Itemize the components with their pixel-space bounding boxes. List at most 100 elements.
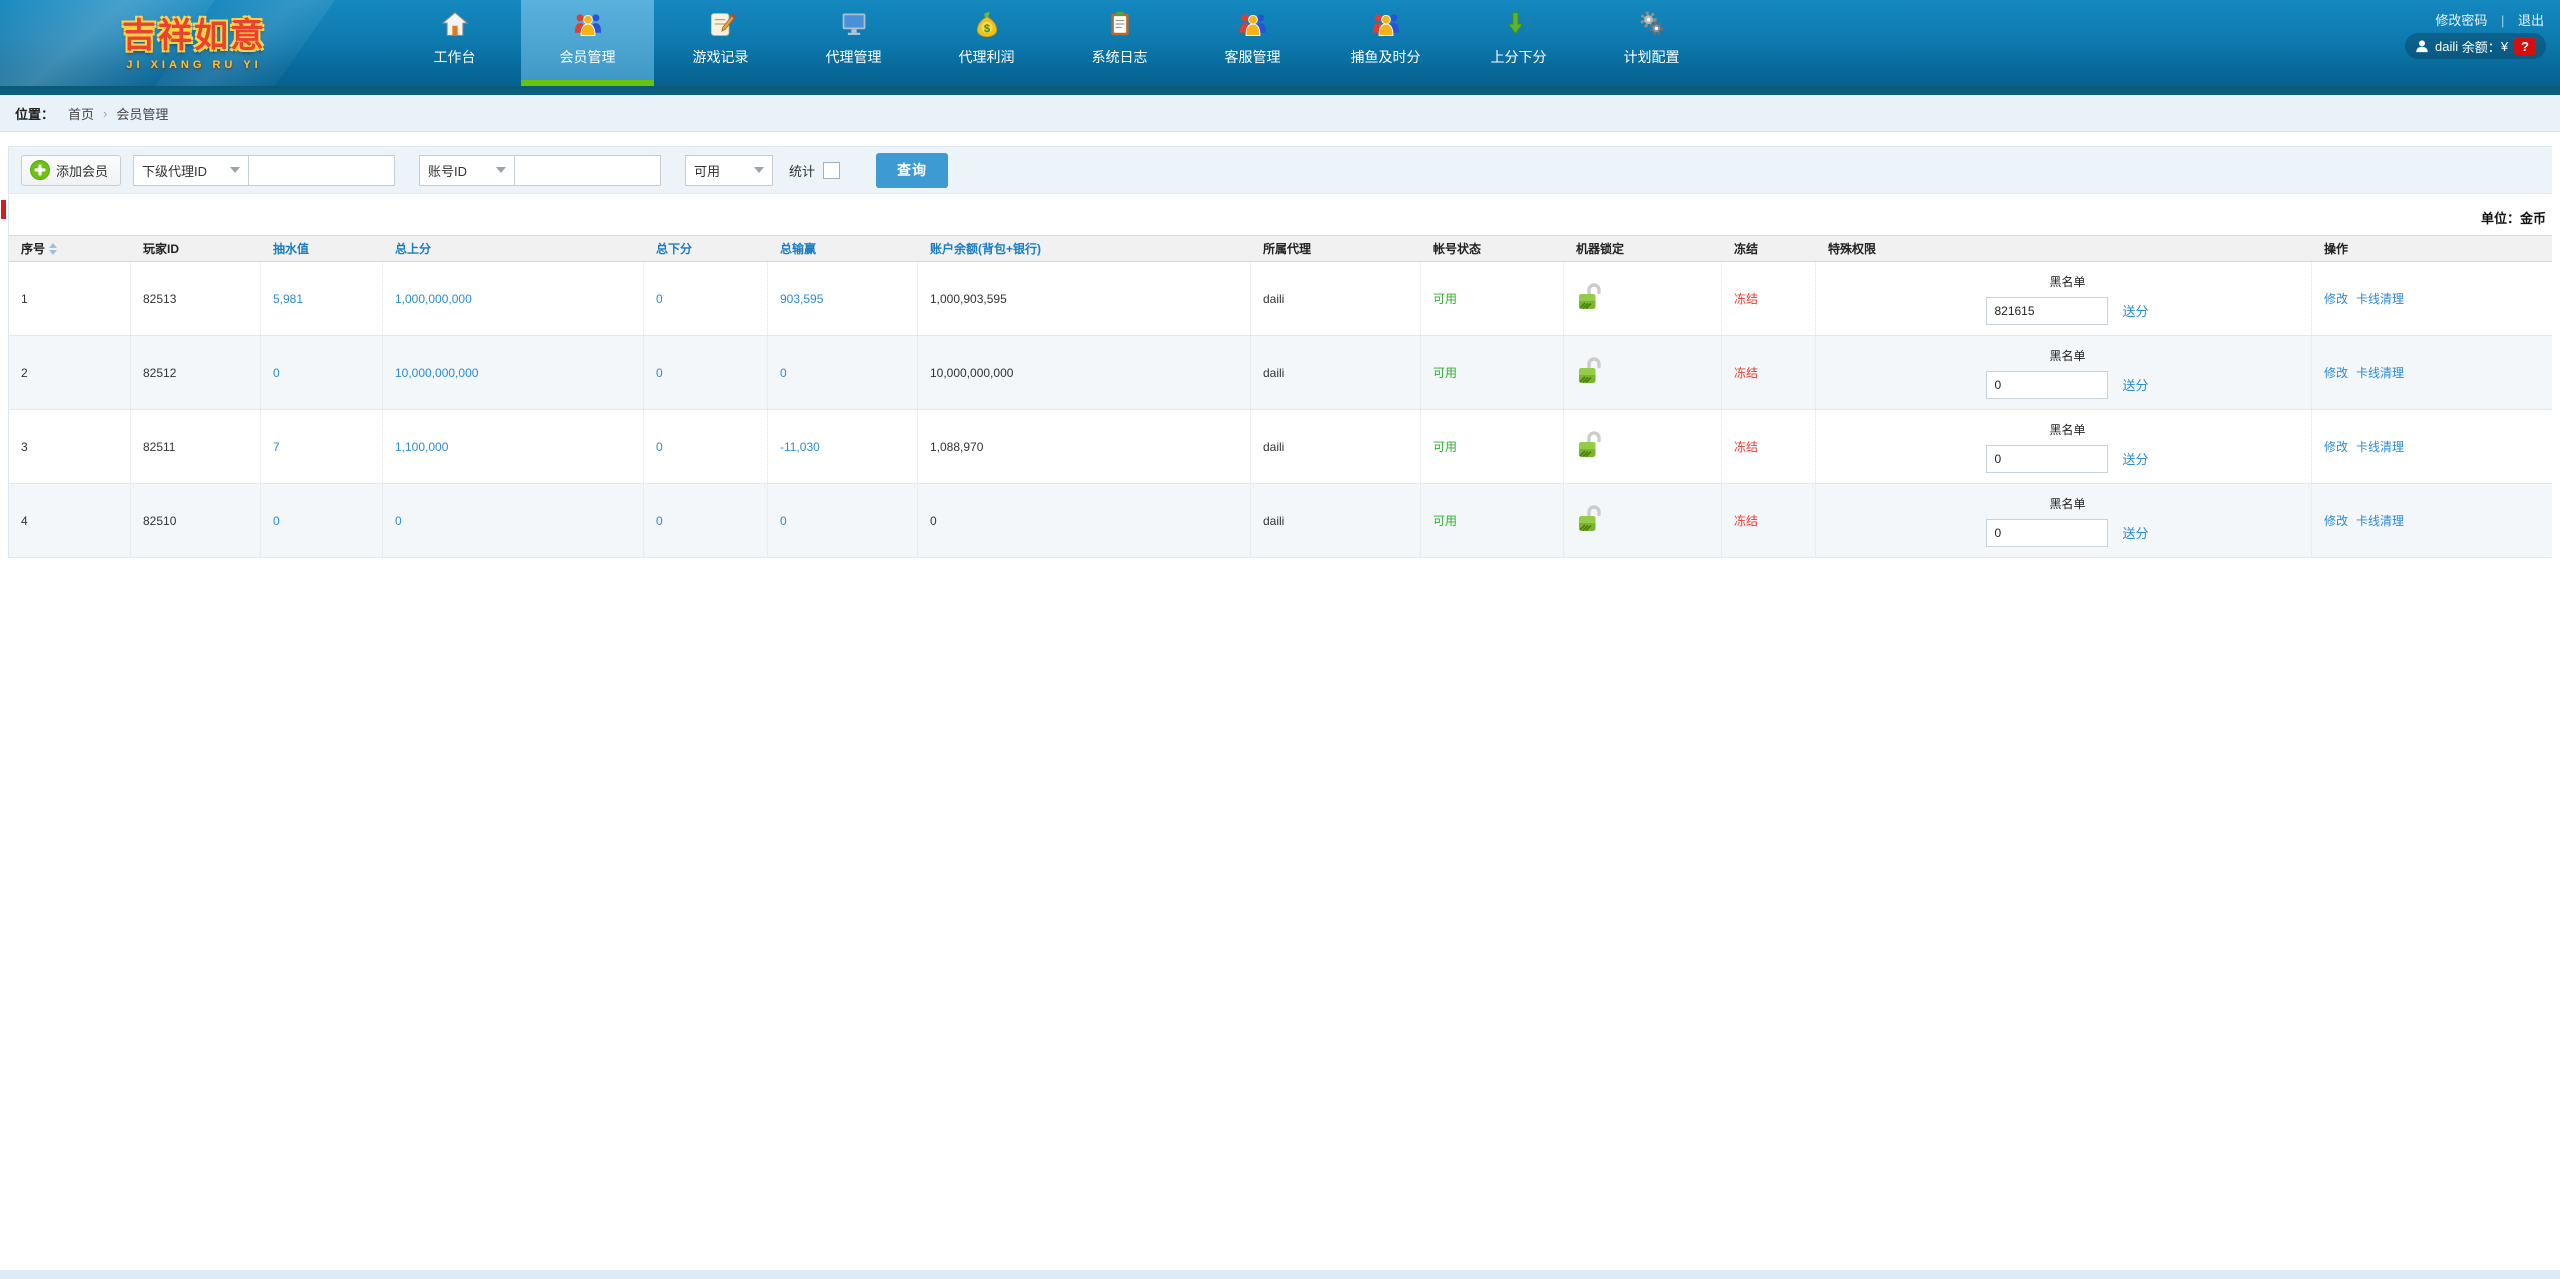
nav-label: 游戏记录 — [692, 49, 749, 65]
status-select[interactable]: 可用 — [685, 154, 774, 186]
row-total-down[interactable]: 0 — [644, 262, 768, 335]
score-input[interactable] — [1986, 370, 2109, 399]
edit-link[interactable]: 修改 — [2324, 364, 2348, 381]
nav-item-agent-management[interactable]: 代理管理 — [787, 0, 920, 86]
row-balance: 0 — [918, 484, 1251, 557]
row-total-down[interactable]: 0 — [644, 410, 768, 483]
blacklist-label: 黑名单 — [2049, 496, 2086, 511]
score-input[interactable] — [1986, 444, 2109, 473]
unlocked-icon[interactable] — [1576, 504, 1603, 537]
account-id-input[interactable] — [515, 154, 662, 186]
row-privileges: 黑名单 送分 — [1816, 336, 2312, 409]
clear-line-link[interactable]: 卡线清理 — [2356, 438, 2404, 455]
row-pump[interactable]: 0 — [261, 484, 383, 557]
user-balance-pill[interactable]: daili 余额： ¥ ? — [2405, 33, 2546, 59]
sort-icon[interactable] — [49, 242, 58, 255]
filter-toolbar: 添加会员 下级代理ID 账号ID 可用 统计 查询 — [9, 146, 2552, 194]
row-total-down[interactable]: 0 — [644, 484, 768, 557]
unlocked-icon[interactable] — [1576, 430, 1603, 463]
row-pump[interactable]: 7 — [261, 410, 383, 483]
row-pump[interactable]: 0 — [261, 336, 383, 409]
agent-id-input[interactable] — [249, 154, 396, 186]
nav-item-customer-service[interactable]: 客服管理 — [1186, 0, 1319, 86]
row-winloss[interactable]: 903,595 — [768, 262, 918, 335]
edit-link[interactable]: 修改 — [2324, 512, 2348, 529]
freeze-link[interactable]: 冻结 — [1734, 364, 1758, 381]
nav-label: 代理利润 — [958, 49, 1015, 65]
nav-label: 客服管理 — [1224, 49, 1281, 65]
freeze-link[interactable]: 冻结 — [1734, 438, 1758, 455]
row-total-up[interactable]: 10,000,000,000 — [383, 336, 644, 409]
left-edge-marker — [1, 200, 6, 219]
row-actions: 修改 卡线清理 — [2312, 410, 2552, 483]
members-icon — [573, 9, 603, 39]
clear-line-link[interactable]: 卡线清理 — [2356, 290, 2404, 307]
col-seq[interactable]: 序号 — [9, 240, 131, 257]
freeze-link[interactable]: 冻结 — [1734, 290, 1758, 307]
nav-bottom-strip — [0, 86, 2560, 95]
row-winloss[interactable]: -11,030 — [768, 410, 918, 483]
clear-line-link[interactable]: 卡线清理 — [2356, 364, 2404, 381]
agent-id-select[interactable]: 下级代理ID — [133, 154, 250, 186]
row-player-id: 82512 — [131, 336, 261, 409]
nav-item-members[interactable]: 会员管理 — [521, 0, 654, 86]
row-freeze: 冻结 — [1722, 484, 1816, 557]
row-winloss[interactable]: 0 — [768, 336, 918, 409]
row-player-id: 82511 — [131, 410, 261, 483]
breadcrumb-home-link[interactable]: 首页 — [68, 104, 94, 123]
nav-label: 会员管理 — [559, 49, 616, 65]
col-privileges: 特殊权限 — [1828, 242, 1877, 256]
row-total-up[interactable]: 1,100,000 — [383, 410, 644, 483]
nav-item-agent-profit[interactable]: $ 代理利润 — [920, 0, 1053, 86]
col-winloss[interactable]: 总输赢 — [768, 240, 918, 257]
row-total-down[interactable]: 0 — [644, 336, 768, 409]
add-member-label: 添加会员 — [56, 163, 109, 179]
freeze-link[interactable]: 冻结 — [1734, 512, 1758, 529]
logout-link[interactable]: 退出 — [2518, 13, 2544, 28]
send-score-link[interactable]: 送分 — [2122, 449, 2148, 468]
stat-checkbox[interactable] — [823, 161, 841, 179]
send-score-link[interactable]: 送分 — [2122, 301, 2148, 320]
col-pump[interactable]: 抽水值 — [261, 240, 383, 257]
search-button[interactable]: 查询 — [876, 152, 949, 188]
house-icon — [440, 9, 470, 39]
account-id-select[interactable]: 账号ID — [419, 154, 516, 186]
horizontal-scrollbar[interactable] — [0, 1270, 2560, 1279]
add-member-button[interactable]: 添加会员 — [21, 154, 122, 186]
unlocked-icon[interactable] — [1576, 282, 1603, 315]
row-balance: 1,000,903,595 — [918, 262, 1251, 335]
nav-item-score-updown[interactable]: 上分下分 — [1452, 0, 1585, 86]
nav-item-plan-config[interactable]: 计划配置 — [1585, 0, 1718, 86]
nav-item-game-records[interactable]: 游戏记录 — [654, 0, 787, 86]
nav-item-workbench[interactable]: 工作台 — [388, 0, 521, 86]
score-input[interactable] — [1986, 296, 2109, 325]
main-nav: 工作台 会员管理 游戏记录 代理管理 $ 代理利润 系统日志 客服管理 捕鱼及时… — [388, 0, 1718, 86]
row-seq: 2 — [9, 336, 131, 409]
clear-line-link[interactable]: 卡线清理 — [2356, 512, 2404, 529]
send-score-link[interactable]: 送分 — [2122, 523, 2148, 542]
edit-link[interactable]: 修改 — [2324, 438, 2348, 455]
table-body: 1 82513 5,981 1,000,000,000 0 903,595 1,… — [9, 262, 2552, 558]
nav-item-fishing-points[interactable]: 捕鱼及时分 — [1319, 0, 1452, 86]
breadcrumb-label: 位置： — [15, 106, 55, 122]
row-agent: daili — [1251, 262, 1421, 335]
breadcrumb-current[interactable]: 会员管理 — [116, 104, 168, 123]
change-password-link[interactable]: 修改密码 — [2435, 13, 2487, 28]
edit-link[interactable]: 修改 — [2324, 290, 2348, 307]
row-pump[interactable]: 5,981 — [261, 262, 383, 335]
blacklist-label: 黑名单 — [2049, 274, 2086, 289]
col-total-up[interactable]: 总上分 — [383, 240, 644, 257]
nav-item-system-logs[interactable]: 系统日志 — [1053, 0, 1186, 86]
score-input[interactable] — [1986, 518, 2109, 547]
col-machine-lock: 机器锁定 — [1576, 242, 1625, 256]
row-total-up[interactable]: 0 — [383, 484, 644, 557]
col-total-down[interactable]: 总下分 — [644, 240, 768, 257]
row-winloss[interactable]: 0 — [768, 484, 918, 557]
balance-unknown-badge[interactable]: ? — [2514, 37, 2536, 55]
unlocked-icon[interactable] — [1576, 356, 1603, 389]
blacklist-label: 黑名单 — [2049, 348, 2086, 363]
row-actions: 修改 卡线清理 — [2312, 262, 2552, 335]
send-score-link[interactable]: 送分 — [2122, 375, 2148, 394]
row-total-up[interactable]: 1,000,000,000 — [383, 262, 644, 335]
col-balance[interactable]: 账户余额(背包+银行) — [918, 240, 1251, 257]
